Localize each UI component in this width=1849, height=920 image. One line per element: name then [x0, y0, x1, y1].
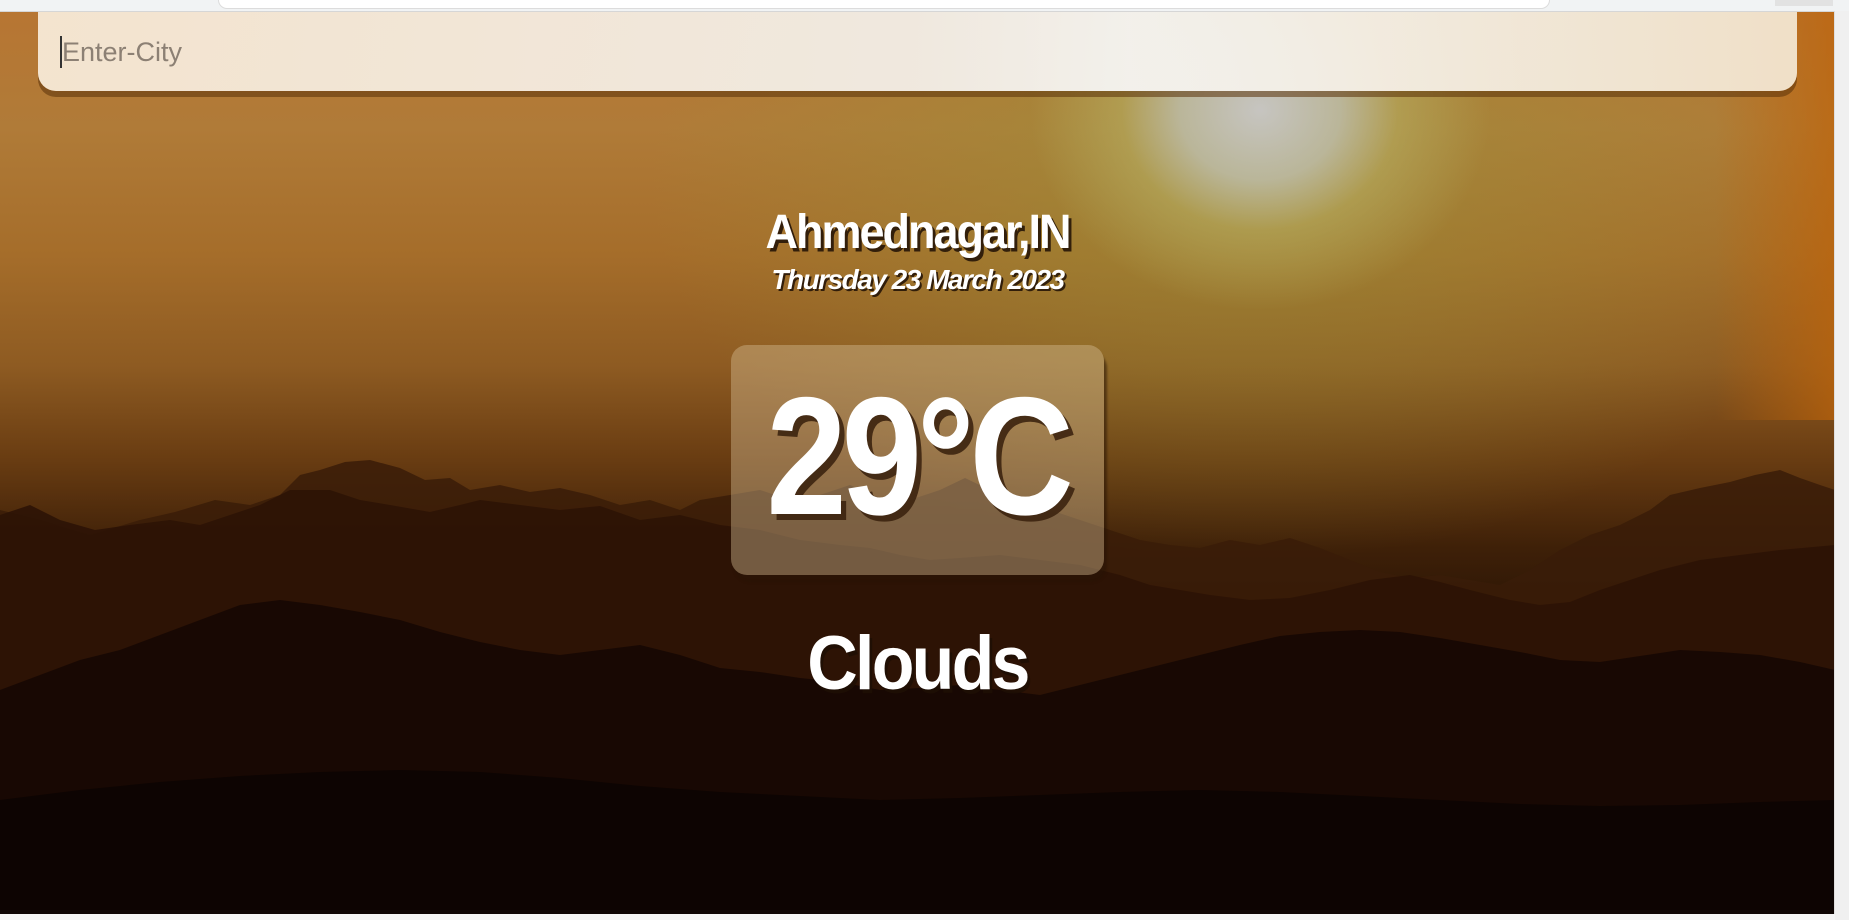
weather-condition: Clouds	[807, 621, 1030, 706]
window-bottom-edge	[0, 914, 1835, 920]
browser-address-bar[interactable]	[218, 0, 1550, 9]
temperature-value: 29°C	[766, 362, 1073, 550]
city-search-input[interactable]	[60, 36, 1762, 68]
search-bar	[38, 8, 1797, 91]
browser-window-control[interactable]	[1775, 0, 1833, 6]
weather-app-background: Ahmednagar,IN Thursday 23 March 2023 29°…	[0, 0, 1835, 914]
location-name: Ahmednagar,IN	[765, 203, 1071, 259]
current-date: Thursday 23 March 2023	[771, 264, 1065, 295]
page-scrollbar[interactable]	[1834, 11, 1849, 920]
browser-toolbar-edge	[0, 0, 1849, 12]
